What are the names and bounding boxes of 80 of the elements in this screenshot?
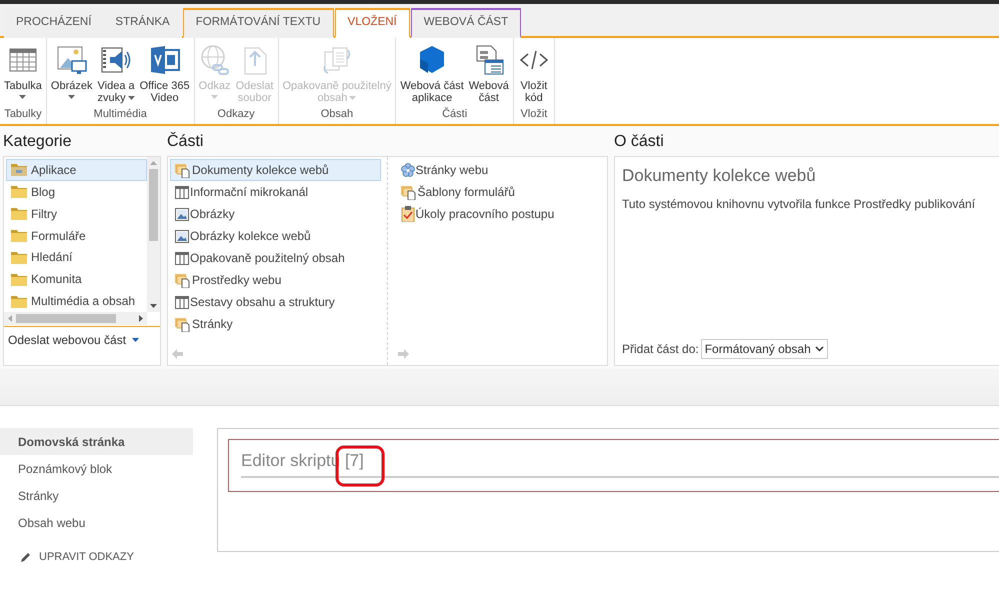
list-icon bbox=[175, 296, 189, 308]
add-part-label: Přidat část do: bbox=[622, 341, 699, 358]
caret-icon bbox=[349, 96, 356, 100]
picture-icon bbox=[56, 44, 88, 76]
caret-icon bbox=[211, 95, 218, 99]
part-item[interactable]: Dokumenty kolekce webů bbox=[170, 159, 380, 181]
zone-select[interactable]: Formátovaný obsah bbox=[700, 339, 828, 359]
video-app-icon bbox=[148, 44, 181, 76]
part-item[interactable]: Informační mikrokanál bbox=[170, 181, 380, 203]
panel-title: O části bbox=[614, 132, 665, 152]
document-library-icon bbox=[175, 272, 191, 288]
folder-icon bbox=[11, 250, 27, 264]
part-item[interactable]: Stránky webu bbox=[396, 159, 607, 181]
ribbon-button[interactable]: Webová část bbox=[466, 44, 511, 104]
document-library-icon bbox=[175, 316, 191, 332]
upload-web-part-link[interactable]: Odeslat webovou část bbox=[8, 331, 140, 349]
panel-title: Kategorie bbox=[3, 132, 72, 152]
caret-icon bbox=[128, 96, 135, 100]
caret-icon bbox=[19, 95, 26, 99]
ribbon-button[interactable]: Tabulka bbox=[2, 44, 44, 99]
caret-icon bbox=[132, 338, 140, 342]
nav-link[interactable]: Obsah webu bbox=[0, 509, 193, 536]
document-library-icon bbox=[400, 184, 416, 200]
image-icon bbox=[175, 230, 189, 242]
ribbon-button[interactable]: Webová část aplikace bbox=[398, 44, 466, 104]
part-description: Tuto systémovou knihovnu vytvořila funkce Prostředky publikování bbox=[622, 196, 976, 212]
list-icon bbox=[175, 186, 189, 198]
group-label: Vložit bbox=[519, 106, 548, 122]
ribbon-button[interactable]: Obrázek bbox=[48, 44, 94, 99]
folder-icon bbox=[11, 207, 27, 220]
group-label: Obsah bbox=[320, 106, 354, 122]
image-icon bbox=[175, 208, 189, 220]
folder-icon bbox=[11, 229, 27, 242]
part-item[interactable]: Sestavy obsahu a struktury bbox=[170, 291, 380, 313]
group-label: Multimédia bbox=[92, 106, 148, 122]
list-icon bbox=[175, 252, 189, 264]
vertical-scrollbar[interactable] bbox=[147, 157, 160, 312]
ribbon-tab[interactable]: VLOŽENÍ bbox=[334, 8, 410, 38]
ribbon-button[interactable]: Vložit kód bbox=[516, 44, 552, 104]
part-item[interactable]: Stránky bbox=[170, 313, 380, 335]
panel-title: Části bbox=[167, 131, 204, 152]
nav-link[interactable]: Poznámkový blok bbox=[0, 455, 193, 482]
pencil-icon bbox=[20, 552, 31, 563]
document-library-icon bbox=[175, 162, 191, 178]
group-label: Části bbox=[441, 106, 468, 122]
flower-icon bbox=[400, 163, 414, 177]
ribbon-button[interactable]: Office 365 Video bbox=[138, 44, 192, 104]
horizontal-scrollbar[interactable] bbox=[4, 312, 147, 325]
folder-icon bbox=[11, 272, 27, 286]
ribbon-tab[interactable]: FORMÁTOVÁNÍ TEXTU bbox=[182, 8, 334, 38]
category-item[interactable]: Multimédia a obsah bbox=[6, 290, 147, 312]
part-item[interactable]: Opakovaně použitelný obsah bbox=[170, 247, 380, 269]
group-label: Odkazy bbox=[216, 106, 256, 122]
category-item[interactable]: Hledání bbox=[6, 246, 147, 268]
ribbon-tab[interactable]: WEBOVÁ ČÁST bbox=[410, 8, 522, 38]
part-item[interactable]: Prostředky webu bbox=[170, 269, 380, 291]
part-title: Dokumenty kolekce webů bbox=[622, 165, 817, 187]
ribbon-button[interactable]: Videa a zvuky bbox=[96, 44, 137, 104]
folder-icon bbox=[11, 163, 27, 176]
folder-icon bbox=[11, 185, 27, 198]
left-arrow-icon[interactable] bbox=[172, 349, 183, 359]
nav-link[interactable]: Stránky bbox=[0, 482, 193, 509]
globe-link-icon bbox=[198, 44, 231, 76]
chevron-down-icon bbox=[814, 346, 824, 352]
edit-links-button[interactable]: UPRAVIT ODKAZY bbox=[20, 549, 193, 566]
category-item[interactable]: Blog bbox=[6, 180, 147, 203]
right-arrow-icon[interactable] bbox=[398, 349, 408, 359]
part-item[interactable]: Obrázky kolekce webů bbox=[170, 225, 380, 247]
category-item[interactable]: Aplikace bbox=[6, 159, 147, 181]
part-item[interactable]: Obrázky bbox=[170, 203, 380, 225]
nav-link[interactable]: Domovská stránka bbox=[0, 428, 193, 455]
category-item[interactable]: Filtry bbox=[6, 202, 147, 225]
folder-icon bbox=[11, 294, 27, 308]
part-item[interactable]: Šablony formulářů bbox=[396, 181, 607, 203]
caret-icon bbox=[68, 95, 76, 99]
group-label: Tabulky bbox=[3, 106, 43, 122]
category-item[interactable]: Formuláře bbox=[6, 224, 147, 246]
category-item[interactable]: Komunita bbox=[6, 268, 147, 290]
part-item[interactable]: Úkoly pracovního postupu bbox=[396, 203, 607, 225]
task-clipboard-icon bbox=[400, 206, 414, 222]
